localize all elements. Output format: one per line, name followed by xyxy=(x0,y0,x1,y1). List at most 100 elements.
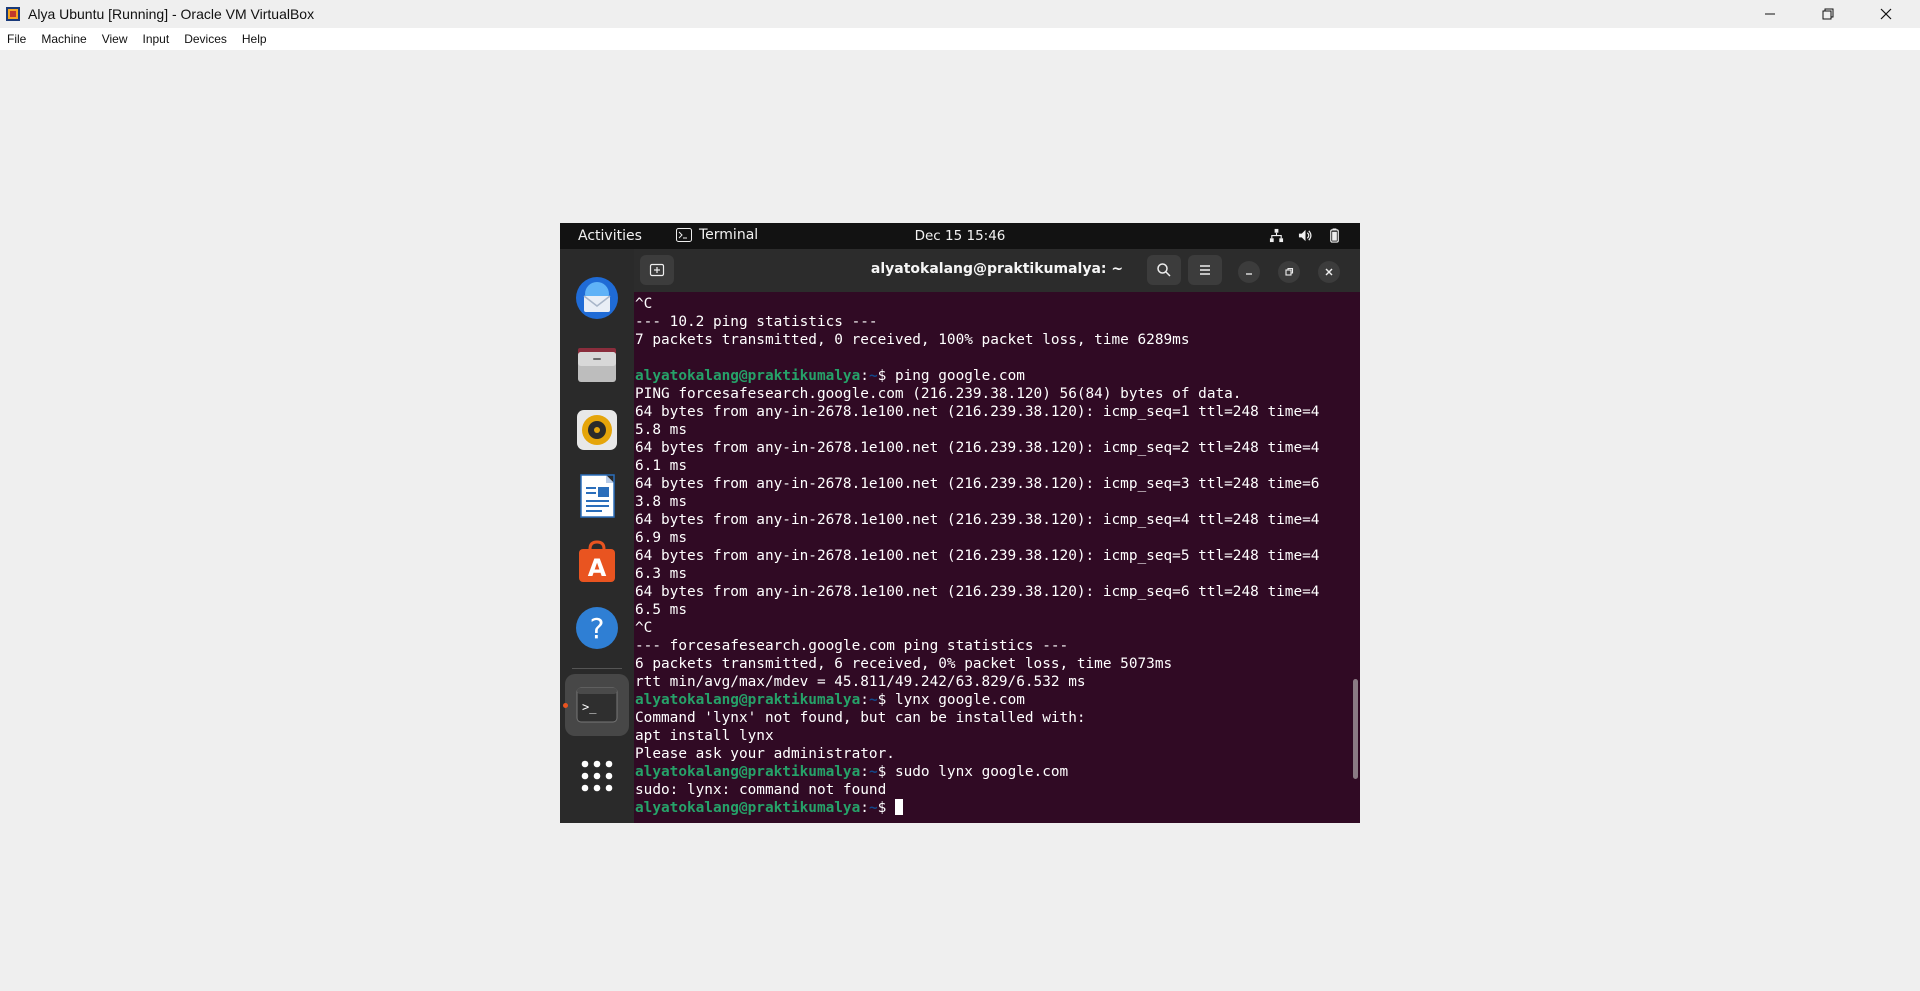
prompt-command: ping google.com xyxy=(894,368,1025,384)
close-icon xyxy=(1880,8,1892,20)
running-indicator xyxy=(563,703,568,708)
terminal-prompt-line: alyatokalang@praktikumalya:~$ sudo lynx … xyxy=(635,763,1319,781)
terminal-prompt-line: alyatokalang@praktikumalya:~$ ping googl… xyxy=(635,367,1319,385)
dock-terminal[interactable]: >_ xyxy=(573,681,621,729)
terminal-output-line: 64 bytes from any-in-2678.1e100.net (216… xyxy=(635,440,1320,456)
vm-display[interactable]: Dec 15 15:46 Activities Terminal A ? >_ … xyxy=(560,223,1360,823)
terminal-output-line: 5.8 ms xyxy=(635,422,687,438)
terminal-output-line: rtt min/avg/max/mdev = 45.811/49.242/63.… xyxy=(635,674,1086,690)
terminal-output-line: 6.9 ms xyxy=(635,530,687,546)
terminal-output-line: 64 bytes from any-in-2678.1e100.net (216… xyxy=(635,512,1320,528)
terminal-output-line: apt install lynx xyxy=(635,728,774,744)
minimize-icon xyxy=(1246,273,1252,275)
battery-icon xyxy=(1330,228,1339,243)
prompt-path: ~ xyxy=(868,764,878,780)
prompt-command: sudo lynx google.com xyxy=(894,764,1069,780)
virtualbox-app-icon[interactable] xyxy=(5,6,21,22)
menu-file[interactable]: File xyxy=(0,28,34,50)
libreoffice-writer-icon xyxy=(580,474,615,518)
app-menu[interactable]: Terminal xyxy=(676,227,758,243)
app-menu-label: Terminal xyxy=(699,227,759,243)
rhythmbox-icon xyxy=(577,410,617,450)
dock: A ? >_ xyxy=(560,249,634,823)
restore-button[interactable] xyxy=(1799,0,1857,28)
restore-icon xyxy=(1285,267,1294,276)
dock-thunderbird[interactable] xyxy=(573,274,621,322)
terminal-output-line: ^C xyxy=(635,296,653,312)
files-icon xyxy=(578,348,616,382)
terminal-output-line: sudo: lynx: command not found xyxy=(635,782,887,798)
dock-help[interactable]: ? xyxy=(573,604,621,652)
dock-app-center[interactable]: A xyxy=(573,538,621,586)
terminal-small-icon xyxy=(676,228,692,242)
terminal-output[interactable]: ^C --- 10.2 ping statistics --- 7 packets … xyxy=(634,292,1352,823)
prompt-path: ~ xyxy=(868,692,878,708)
prompt-separator: : xyxy=(860,368,869,384)
prompt-command: lynx google.com xyxy=(894,692,1025,708)
terminal-output-line: 6 packets transmitted, 6 received, 0% pa… xyxy=(635,656,1173,672)
dock-show-apps[interactable] xyxy=(573,752,621,800)
prompt-user-host: alyatokalang@praktikumalya xyxy=(635,692,861,708)
menu-button[interactable] xyxy=(1188,255,1222,285)
terminal-prompt-line: alyatokalang@praktikumalya:~$ xyxy=(635,799,1319,817)
app-center-icon: A xyxy=(579,540,615,582)
svg-text:A: A xyxy=(588,554,607,582)
terminal-output-line: Please ask your administrator. xyxy=(635,746,895,762)
thunderbird-icon xyxy=(576,277,618,319)
prompt-separator: : xyxy=(860,692,869,708)
minimize-icon xyxy=(1765,13,1775,15)
prompt-symbol: $ xyxy=(877,368,895,384)
terminal-scrollbar[interactable] xyxy=(1353,679,1358,779)
terminal-output-line: 64 bytes from any-in-2678.1e100.net (216… xyxy=(635,548,1320,564)
host-menubar: File Machine View Input Devices Help xyxy=(0,28,1920,50)
terminal-output-line: --- forcesafesearch.google.com ping stat… xyxy=(635,638,1069,654)
menu-input[interactable]: Input xyxy=(136,28,178,50)
network-icon xyxy=(1269,228,1284,243)
terminal-output-line: --- 10.2 ping statistics --- xyxy=(635,314,878,330)
window-title: Alya Ubuntu [Running] - Oracle VM Virtua… xyxy=(28,6,315,22)
terminal-lines: ^C --- 10.2 ping statistics --- 7 packets … xyxy=(635,295,1319,817)
terminal-icon: >_ xyxy=(576,687,618,723)
terminal-output-line: 6.3 ms xyxy=(635,566,687,582)
menu-view[interactable]: View xyxy=(95,28,136,50)
search-button[interactable] xyxy=(1147,255,1181,285)
prompt-user-host: alyatokalang@praktikumalya xyxy=(635,368,861,384)
menu-help[interactable]: Help xyxy=(235,28,275,50)
terminal-output-line: PING forcesafesearch.google.com (216.239… xyxy=(635,386,1242,402)
minimize-button[interactable] xyxy=(1741,0,1799,28)
help-icon: ? xyxy=(576,607,618,649)
svg-text:>_: >_ xyxy=(582,700,597,714)
search-icon xyxy=(1157,263,1171,277)
terminal-headerbar[interactable]: alyatokalang@praktikumalya: ~ xyxy=(634,249,1360,292)
prompt-path: ~ xyxy=(868,800,878,816)
terminal-close-button[interactable] xyxy=(1318,261,1340,283)
text-cursor xyxy=(894,799,903,815)
prompt-symbol: $ xyxy=(877,692,895,708)
prompt-user-host: alyatokalang@praktikumalya xyxy=(635,764,861,780)
activities-button[interactable]: Activities xyxy=(578,228,642,244)
dock-rhythmbox[interactable] xyxy=(573,406,621,454)
hamburger-menu-icon xyxy=(1200,265,1210,275)
show-apps-icon xyxy=(581,760,613,792)
terminal-output-line: ^C xyxy=(635,620,653,636)
menu-devices[interactable]: Devices xyxy=(177,28,235,50)
prompt-symbol: $ xyxy=(877,800,895,816)
terminal-output-line: 64 bytes from any-in-2678.1e100.net (216… xyxy=(635,404,1320,420)
prompt-separator: : xyxy=(860,764,869,780)
volume-icon xyxy=(1298,229,1312,242)
gnome-top-bar: Dec 15 15:46 Activities Terminal xyxy=(560,223,1360,249)
system-menu[interactable] xyxy=(1269,228,1342,243)
dock-files[interactable] xyxy=(573,340,621,388)
terminal-maximize-button[interactable] xyxy=(1278,261,1300,283)
terminal-minimize-button[interactable] xyxy=(1238,261,1260,283)
terminal-output-line: 6.1 ms xyxy=(635,458,687,474)
prompt-symbol: $ xyxy=(877,764,895,780)
host-titlebar: Alya Ubuntu [Running] - Oracle VM Virtua… xyxy=(0,0,1920,28)
terminal-window[interactable]: alyatokalang@praktikumalya: ~ ^C --- 10.… xyxy=(634,249,1360,823)
menu-machine[interactable]: Machine xyxy=(34,28,94,50)
dock-libreoffice-writer[interactable] xyxy=(573,472,621,520)
close-button[interactable] xyxy=(1857,0,1915,28)
terminal-output-line: 6.5 ms xyxy=(635,602,687,618)
prompt-separator: : xyxy=(860,800,869,816)
